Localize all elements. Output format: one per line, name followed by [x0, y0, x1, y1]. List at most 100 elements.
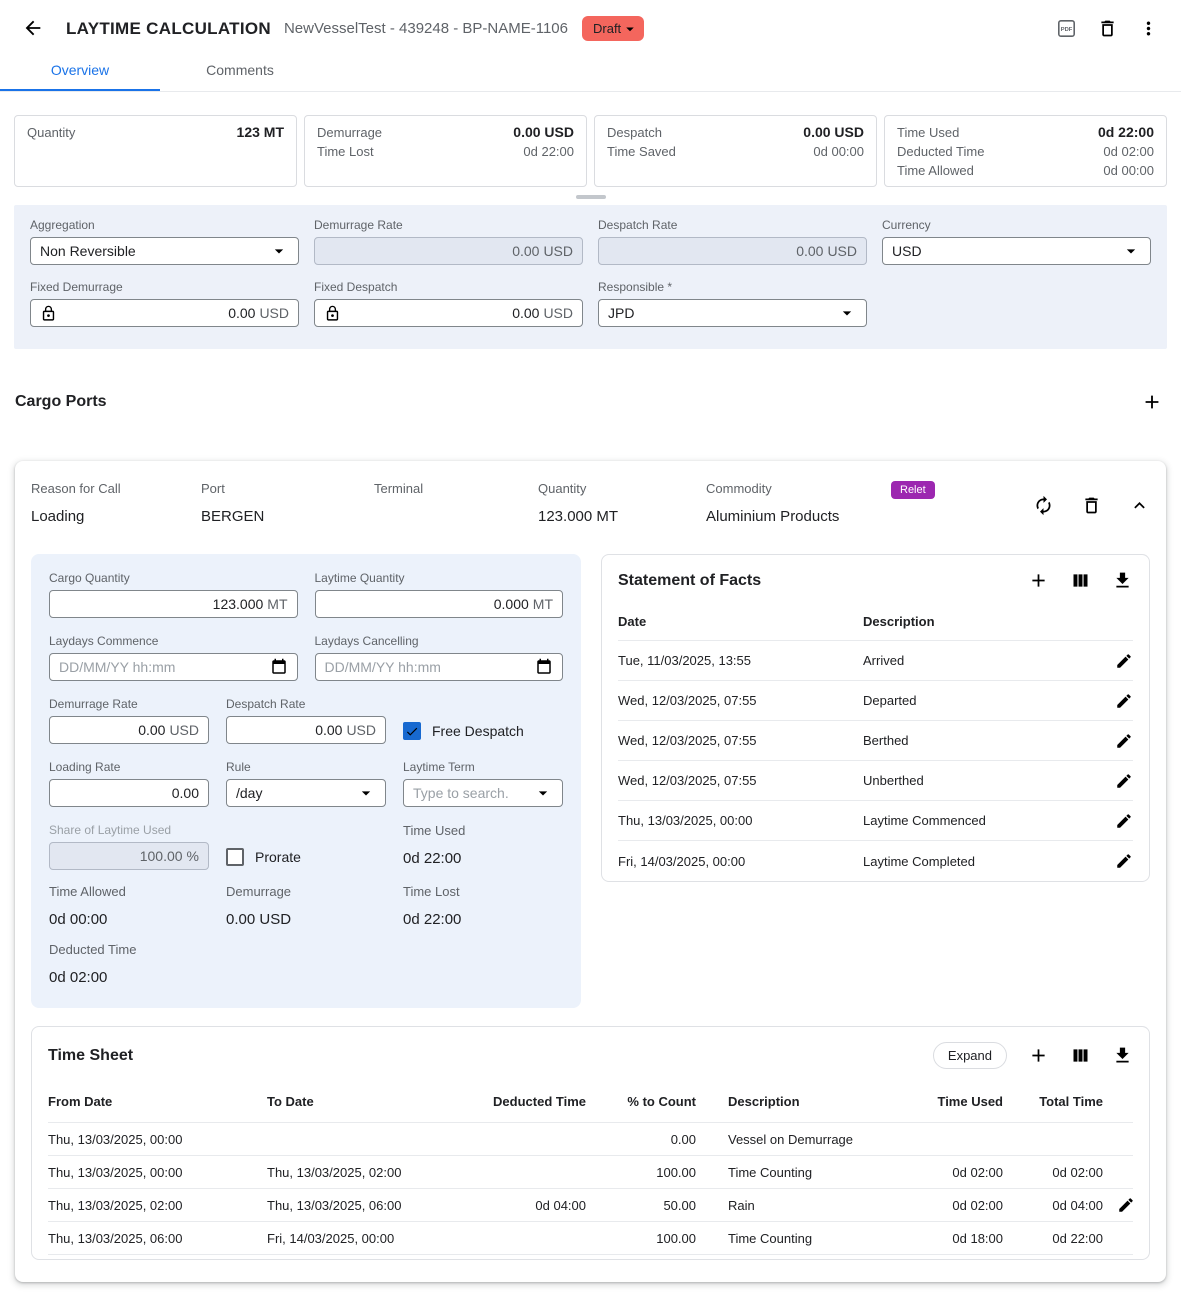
port-despatch-rate-input[interactable]: 0.00 USD: [226, 716, 386, 744]
port-details-panel: Cargo Quantity 123.000 MT Laytime Quanti…: [31, 554, 581, 1008]
despatch-rate-field: Despatch Rate 0.00 USD: [598, 218, 867, 265]
edit-sof-row-button[interactable]: [1115, 732, 1133, 750]
summary-card-despatch: Despatch 0.00 USD Time Saved 0d 00:00: [594, 115, 877, 187]
sof-download-button[interactable]: [1112, 570, 1133, 591]
loading-rate-input[interactable]: 0.00: [49, 779, 209, 807]
back-icon[interactable]: [22, 17, 46, 41]
time-sheet-table: From Date To Date Deducted Time % to Cou…: [48, 1081, 1133, 1255]
currency-field: Currency USD: [882, 218, 1151, 265]
port-demurrage-rate-field: Demurrage Rate 0.00 USD: [49, 697, 209, 744]
free-despatch-checkbox[interactable]: Free Despatch: [403, 722, 563, 740]
demurrage-stat: Demurrage 0.00 USD: [226, 884, 386, 928]
port-reason-column: Reason for Call Loading: [31, 481, 201, 526]
aggregation-select[interactable]: Non Reversible: [30, 237, 299, 265]
laydays-cancelling-input[interactable]: DD/MM/YY hh:mm: [315, 653, 564, 681]
cargo-quantity-input[interactable]: 123.000 MT: [49, 590, 298, 618]
prorate-checkbox[interactable]: Prorate: [226, 848, 386, 866]
timesheet-row: Thu, 13/03/2025, 02:00 Thu, 13/03/2025, …: [48, 1189, 1133, 1222]
fixed-despatch-input[interactable]: 0.00 USD: [314, 299, 583, 327]
sof-row: Fri, 14/03/2025, 00:00 Laytime Completed: [618, 841, 1133, 881]
card-value: 0d 00:00: [813, 142, 864, 161]
card-label: Time Lost: [317, 142, 374, 161]
edit-timesheet-row-button[interactable]: [1117, 1196, 1135, 1214]
kebab-menu-icon: [1138, 18, 1159, 39]
cargo-quantity-field: Cargo Quantity 123.000 MT: [49, 571, 298, 618]
collapse-port-button[interactable]: [1129, 495, 1150, 516]
edit-sof-row-button[interactable]: [1115, 652, 1133, 670]
responsible-select[interactable]: JPD: [598, 299, 867, 327]
port-card-header: Reason for Call Loading Port BERGEN Term…: [31, 481, 1150, 526]
port-quantity-column: Quantity 123.000 MT: [538, 481, 706, 526]
cargo-ports-title: Cargo Ports: [15, 393, 107, 411]
time-allowed-stat: Time Allowed 0d 00:00: [49, 884, 209, 928]
card-label: Demurrage: [317, 123, 382, 142]
export-pdf-button[interactable]: [1056, 18, 1077, 39]
fixed-demurrage-input[interactable]: 0.00 USD: [30, 299, 299, 327]
summary-card-demurrage: Demurrage0.00 USD Time Lost0d 22:00: [304, 115, 587, 187]
timesheet-header-row: From Date To Date Deducted Time % to Cou…: [48, 1081, 1133, 1123]
edit-sof-row-button[interactable]: [1115, 812, 1133, 830]
panel-resize-handle[interactable]: [576, 195, 606, 199]
sof-row: Wed, 12/03/2025, 07:55 Departed: [618, 681, 1133, 721]
time-sheet-title: Time Sheet: [48, 1047, 133, 1065]
edit-sof-row-button[interactable]: [1115, 692, 1133, 710]
card-label: Despatch: [607, 123, 662, 142]
share-of-laytime-field: Share of Laytime Used 100.00 %: [49, 823, 209, 870]
field-label: Demurrage Rate: [314, 218, 583, 232]
rule-field: Rule /day: [226, 760, 386, 807]
add-sof-row-button[interactable]: [1028, 570, 1049, 591]
laytime-quantity-field: Laytime Quantity 0.000 MT: [315, 571, 564, 618]
port-demurrage-rate-input[interactable]: 0.00 USD: [49, 716, 209, 744]
tab-comments[interactable]: Comments: [160, 49, 320, 91]
port-name-column: Port BERGEN: [201, 481, 374, 526]
more-options-button[interactable]: [1138, 18, 1159, 39]
currency-select[interactable]: USD: [882, 237, 1151, 265]
timesheet-columns-button[interactable]: [1070, 1045, 1091, 1066]
calendar-icon[interactable]: [270, 658, 288, 676]
sof-header-row: Date Description: [618, 603, 1133, 641]
rule-select[interactable]: /day: [226, 779, 386, 807]
recalculate-port-button[interactable]: [1033, 495, 1054, 516]
status-badge-label: Draft: [593, 21, 621, 36]
columns-icon: [1070, 1045, 1091, 1066]
cargo-ports-header: Cargo Ports: [15, 391, 1163, 413]
chevron-down-icon: [356, 783, 376, 803]
sof-row: Thu, 13/03/2025, 00:00 Laytime Commenced: [618, 801, 1133, 841]
download-icon: [1112, 570, 1133, 591]
edit-sof-row-button[interactable]: [1115, 772, 1133, 790]
field-label: Currency: [882, 218, 1151, 232]
add-timesheet-row-button[interactable]: [1028, 1045, 1049, 1066]
timesheet-row: Thu, 13/03/2025, 00:00 Thu, 13/03/2025, …: [48, 1156, 1133, 1189]
add-port-button[interactable]: [1141, 391, 1163, 413]
timesheet-download-button[interactable]: [1112, 1045, 1133, 1066]
pdf-icon: [1056, 18, 1077, 39]
card-value: 0.00 USD: [513, 123, 574, 142]
laydays-commence-input[interactable]: DD/MM/YY hh:mm: [49, 653, 298, 681]
card-label: Time Used: [897, 123, 959, 142]
calculation-settings-panel: Aggregation Non Reversible Demurrage Rat…: [14, 205, 1167, 349]
lock-icon: [324, 305, 341, 322]
chevron-down-icon: [1121, 241, 1141, 261]
card-value: 0d 22:00: [1098, 123, 1154, 142]
sof-columns-button[interactable]: [1070, 570, 1091, 591]
laytime-quantity-input[interactable]: 0.000 MT: [315, 590, 564, 618]
card-value: 0.00 USD: [803, 123, 864, 142]
lock-icon: [40, 305, 57, 322]
despatch-rate-input: 0.00 USD: [598, 237, 867, 265]
port-commodity-column: Commodity Aluminium Products: [706, 481, 881, 526]
sync-icon: [1033, 495, 1054, 516]
status-badge[interactable]: Draft: [582, 16, 644, 41]
delete-port-button[interactable]: [1081, 495, 1102, 516]
port-card: Reason for Call Loading Port BERGEN Term…: [15, 461, 1166, 1282]
card-label: Time Saved: [607, 142, 676, 161]
port-terminal-column: Terminal: [374, 481, 538, 526]
tab-overview[interactable]: Overview: [0, 49, 160, 91]
delete-calculation-button[interactable]: [1097, 18, 1118, 39]
expand-button[interactable]: Expand: [933, 1042, 1007, 1069]
laytime-term-input[interactable]: Type to search.: [403, 779, 563, 807]
chevron-up-icon: [1129, 495, 1150, 516]
tab-bar: Overview Comments: [0, 49, 1181, 92]
time-lost-stat: Time Lost 0d 22:00: [403, 884, 563, 928]
calendar-icon[interactable]: [535, 658, 553, 676]
edit-sof-row-button[interactable]: [1115, 852, 1133, 870]
